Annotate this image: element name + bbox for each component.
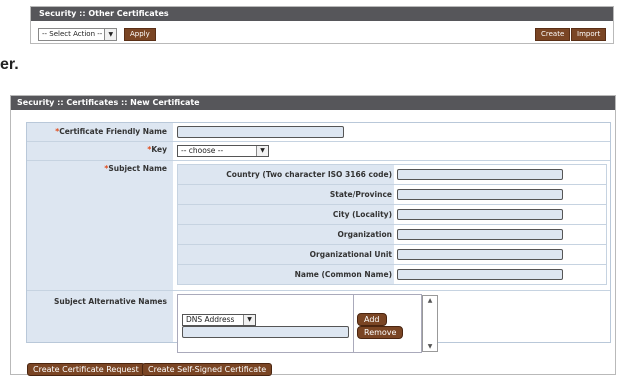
- friendly-name-input[interactable]: [177, 126, 344, 138]
- city-input[interactable]: [397, 209, 563, 220]
- san-type-value: DNS Address: [186, 315, 235, 324]
- key-select[interactable]: -- choose -- ▼: [177, 145, 269, 157]
- san-type-select[interactable]: DNS Address ▼: [182, 314, 256, 326]
- create-certificate-request-button[interactable]: Create Certificate Request: [27, 363, 145, 376]
- certificate-form: *Certificate Friendly Name *Key -- choos…: [26, 122, 611, 353]
- select-action-value: -- Select Action --: [42, 30, 103, 38]
- divider: [27, 141, 610, 142]
- state-label: State/Province: [329, 190, 392, 199]
- divider: [178, 264, 606, 265]
- organization-label: Organization: [337, 230, 393, 239]
- common-name-label: Name (Common Name): [294, 270, 392, 279]
- country-label: Country (Two character ISO 3166 code): [226, 170, 392, 179]
- key-select-value: -- choose --: [181, 146, 224, 155]
- other-certificates-title: Security :: Other Certificates: [31, 7, 613, 21]
- new-certificate-title: Security :: Certificates :: New Certific…: [11, 96, 615, 110]
- add-button[interactable]: Add: [357, 313, 387, 326]
- divider: [353, 295, 354, 352]
- key-label: *Key: [27, 145, 167, 154]
- subject-name-label: *Subject Name: [27, 164, 167, 173]
- scroll-up-icon[interactable]: ▲: [423, 297, 437, 304]
- scroll-down-icon[interactable]: ▼: [423, 343, 437, 350]
- chevron-down-icon: ▼: [104, 29, 117, 40]
- divider: [178, 244, 606, 245]
- apply-button[interactable]: Apply: [124, 28, 156, 41]
- city-label: City (Locality): [332, 210, 392, 219]
- subject-name-text: Subject Name: [108, 164, 167, 173]
- san-value-input[interactable]: [182, 326, 349, 338]
- state-input[interactable]: [397, 189, 563, 200]
- org-unit-label: Organizational Unit: [309, 250, 392, 259]
- other-certificates-panel: Security :: Other Certificates -- Select…: [30, 6, 614, 44]
- friendly-name-text: Certificate Friendly Name: [59, 127, 167, 136]
- remove-button[interactable]: Remove: [357, 326, 404, 339]
- divider: [178, 204, 606, 205]
- friendly-name-label: *Certificate Friendly Name: [27, 127, 167, 136]
- san-list[interactable]: ▲ ▼: [422, 295, 438, 352]
- divider: [178, 184, 606, 185]
- select-action-dropdown[interactable]: -- Select Action -- ▼: [38, 28, 118, 41]
- create-self-signed-certificate-button[interactable]: Create Self-Signed Certificate: [142, 363, 273, 376]
- new-certificate-panel: Security :: Certificates :: New Certific…: [10, 95, 616, 376]
- subject-name-fields: Country (Two character ISO 3166 code) St…: [177, 164, 607, 285]
- label-column: [27, 123, 173, 342]
- key-text: Key: [151, 145, 167, 154]
- divider: [27, 290, 610, 291]
- create-button[interactable]: Create: [535, 28, 571, 41]
- chevron-down-icon: ▼: [243, 315, 255, 325]
- common-name-input[interactable]: [397, 269, 563, 280]
- heading-fragment: er.: [0, 56, 19, 73]
- divider: [27, 160, 610, 161]
- chevron-down-icon: ▼: [256, 146, 268, 156]
- org-unit-input[interactable]: [397, 249, 563, 260]
- san-label: Subject Alternative Names: [53, 297, 167, 306]
- divider: [178, 224, 606, 225]
- san-editor: DNS Address ▼ Add Remove: [177, 294, 422, 353]
- country-input[interactable]: [397, 169, 563, 180]
- import-button[interactable]: Import: [571, 28, 607, 41]
- organization-input[interactable]: [397, 229, 563, 240]
